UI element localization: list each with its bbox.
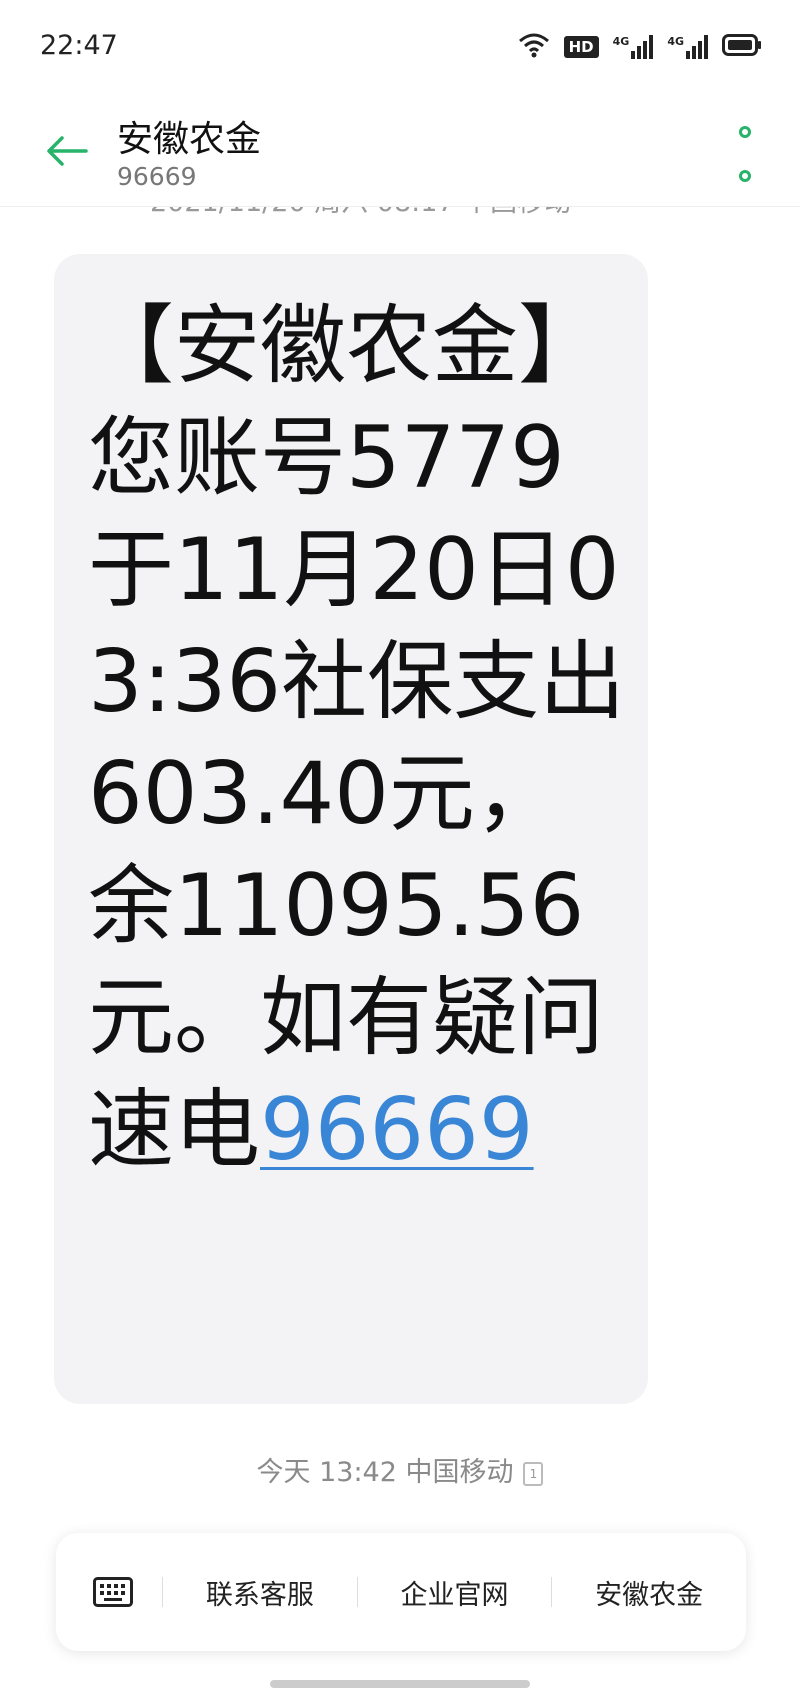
contact-number: 96669 xyxy=(117,162,197,191)
service-menu-bar: 联系客服 企业官网 安徽农金 xyxy=(56,1533,746,1651)
signal-4g-icon: 4G xyxy=(613,35,654,59)
keyboard-icon xyxy=(93,1577,133,1607)
sim-card-icon: 1 xyxy=(523,1461,544,1486)
message-timestamp: 今天 13:42 中国移动 1 xyxy=(0,1450,800,1489)
status-icons: HD 4G 4G xyxy=(518,32,762,62)
menu-item-official-website[interactable]: 企业官网 xyxy=(358,1573,552,1612)
message-text: 【安徽农金】您账号5779于11月20日03:36社保支出603.40元，余11… xyxy=(88,290,628,1186)
menu-item-customer-service[interactable]: 联系客服 xyxy=(163,1573,357,1612)
status-bar: 22:47 HD 4G 4G xyxy=(0,0,800,96)
phone-link[interactable]: 96669 xyxy=(260,1080,534,1180)
status-time: 22:47 xyxy=(40,30,118,61)
contact-name: 安徽农金 xyxy=(117,119,262,160)
signal-4g-icon: 4G xyxy=(667,35,708,59)
message-timestamp-label: 今天 13:42 中国移动 xyxy=(256,1457,514,1488)
arrow-left-icon xyxy=(47,136,88,166)
more-options-button[interactable] xyxy=(730,126,760,182)
more-vertical-icon xyxy=(739,126,751,138)
conversation-header: 安徽农金 96669 xyxy=(0,96,800,207)
keyboard-button[interactable] xyxy=(64,1533,162,1651)
menu-item-anhui-nongjin[interactable]: 安徽农金 xyxy=(552,1573,746,1612)
message-bubble[interactable]: 【安徽农金】您账号5779于11月20日03:36社保支出603.40元，余11… xyxy=(54,254,648,1404)
wifi-icon xyxy=(518,32,550,62)
back-button[interactable] xyxy=(42,126,92,176)
message-body: 【安徽农金】您账号5779于11月20日03:36社保支出603.40元，余11… xyxy=(88,296,626,1180)
battery-icon xyxy=(722,34,762,60)
home-indicator[interactable] xyxy=(270,1680,530,1688)
hd-icon: HD xyxy=(563,36,599,58)
